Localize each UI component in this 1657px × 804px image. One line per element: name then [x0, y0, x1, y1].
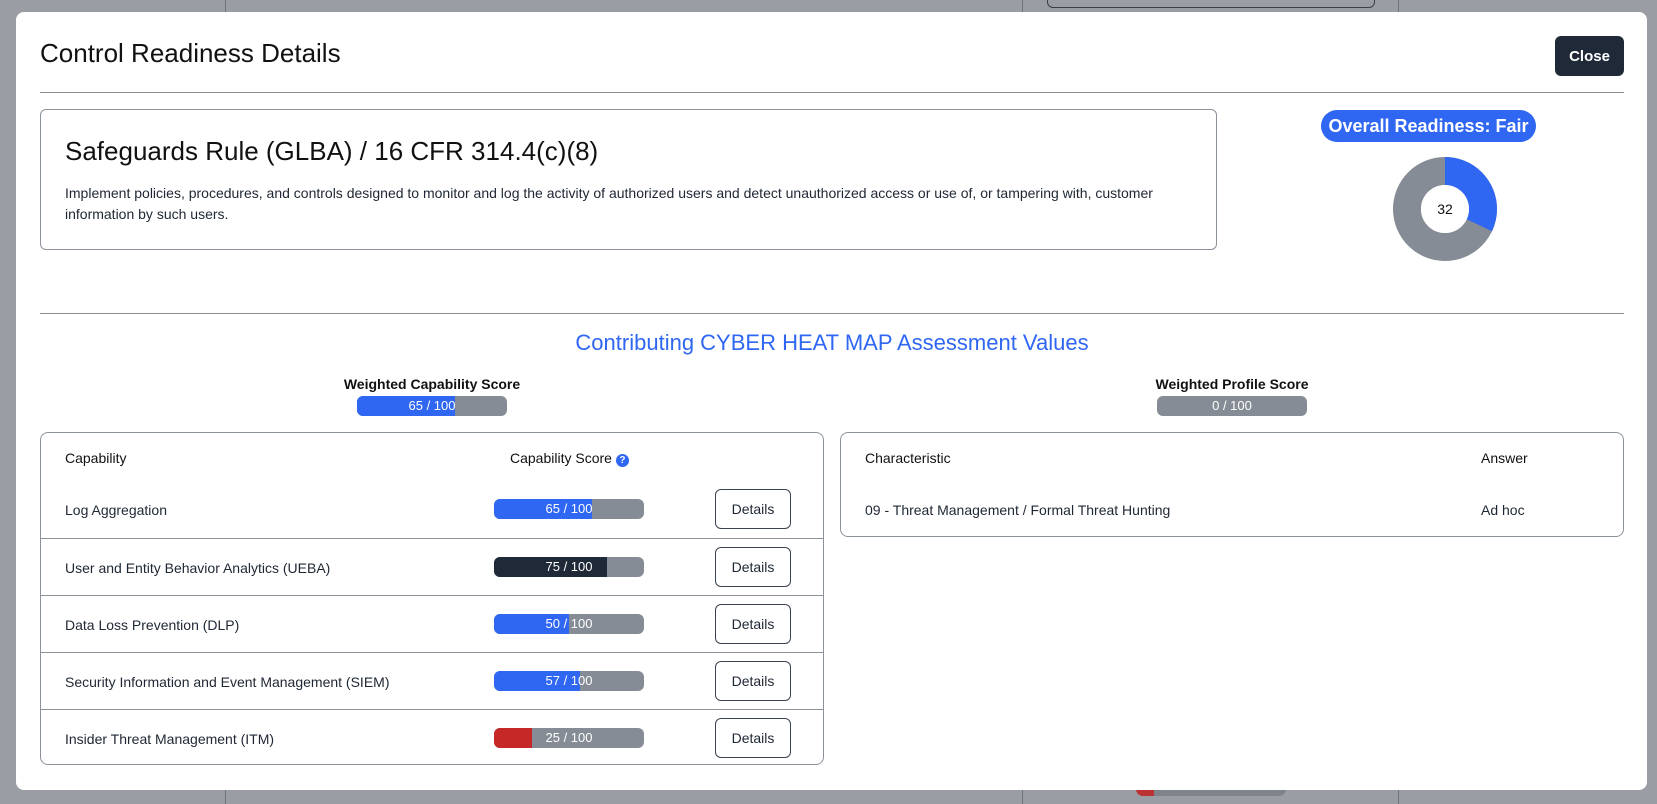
capability-name: Security Information and Event Managemen…: [65, 674, 390, 690]
section-divider: [40, 313, 1624, 314]
weighted-profile-label: Weighted Profile Score: [1155, 376, 1309, 392]
table-row: Security Information and Event Managemen…: [41, 652, 823, 709]
capability-score-value: 65 / 100: [545, 501, 593, 516]
profile-rows: 09 - Threat Management / Formal Threat H…: [841, 481, 1623, 536]
section-title: Contributing CYBER HEAT MAP Assessment V…: [575, 330, 1089, 355]
details-button[interactable]: Details: [715, 718, 791, 758]
weighted-capability-bar: 65 / 100: [357, 396, 507, 416]
capability-name: User and Entity Behavior Analytics (UEBA…: [65, 560, 331, 576]
profile-table: Characteristic Answer 09 - Threat Manage…: [840, 432, 1624, 537]
overall-readiness-badge: Overall Readiness: Fair: [1321, 110, 1536, 142]
capability-score-fill: [494, 728, 532, 748]
weighted-capability-label: Weighted Capability Score: [343, 376, 521, 392]
weighted-profile-score: Weighted Profile Score 0 / 100: [1132, 376, 1332, 416]
capability-name: Log Aggregation: [65, 502, 167, 518]
help-icon[interactable]: ?: [615, 454, 629, 467]
capability-name: Insider Threat Management (ITM): [65, 731, 275, 747]
modal-title: Control Readiness Details: [40, 38, 341, 68]
table-row: Insider Threat Management (ITM) 25 / 100 D…: [41, 709, 823, 764]
details-button[interactable]: Details: [715, 604, 791, 644]
answer-header: Answer: [1481, 450, 1528, 466]
capability-table: Capability Capability Score? Log Aggrega…: [40, 432, 824, 765]
weighted-profile-bar: 0 / 100: [1157, 396, 1307, 416]
details-button[interactable]: Details: [715, 547, 791, 587]
capability-header: Capability: [65, 450, 127, 466]
close-button[interactable]: Close: [1555, 36, 1624, 76]
table-row: 09 - Threat Management / Formal Threat H…: [841, 481, 1623, 536]
capability-score-header: Capability Score?: [510, 450, 629, 467]
capability-score-bar: 25 / 100: [494, 728, 644, 748]
capability-table-header: Capability Capability Score?: [41, 433, 823, 481]
profile-table-header: Characteristic Answer: [841, 433, 1623, 481]
capability-score-bar: 57 / 100: [494, 671, 644, 691]
capability-score-header-label: Capability Score: [510, 450, 612, 466]
capability-rows: Log Aggregation 65 / 100 Details User and E…: [41, 481, 823, 764]
capability-score-bar: 75 / 100: [494, 557, 644, 577]
table-row: Log Aggregation 65 / 100 Details: [41, 481, 823, 538]
control-readiness-modal: Control Readiness Details Close Safeguar…: [16, 12, 1647, 790]
header-divider: [40, 92, 1624, 93]
table-row: Data Loss Prevention (DLP) 50 / 100 Detail…: [41, 595, 823, 652]
capability-score-value: 25 / 100: [545, 730, 593, 745]
characteristic-header: Characteristic: [865, 450, 951, 466]
answer-value: Ad hoc: [1481, 502, 1525, 518]
details-button[interactable]: Details: [715, 661, 791, 701]
table-row: User and Entity Behavior Analytics (UEBA…: [41, 538, 823, 595]
donut-score-label: 32: [1437, 201, 1453, 217]
capability-name: Data Loss Prevention (DLP): [65, 617, 240, 633]
capability-score-bar: 65 / 100: [494, 499, 644, 519]
weighted-capability-score: Weighted Capability Score 65 / 100: [332, 376, 532, 416]
details-button[interactable]: Details: [715, 489, 791, 529]
capability-score-value: 75 / 100: [545, 559, 593, 574]
characteristic-value: 09 - Threat Management / Formal Threat H…: [865, 502, 1171, 518]
background-element: [1047, 0, 1375, 8]
rule-description: Implement policies, procedures, and cont…: [65, 185, 1153, 222]
rule-title: Safeguards Rule (GLBA) / 16 CFR 314.4(c)…: [65, 136, 599, 166]
weighted-profile-value: 0 / 100: [1212, 398, 1252, 413]
capability-score-value: 50 / 100: [545, 616, 593, 631]
capability-score-value: 57 / 100: [545, 673, 593, 688]
weighted-capability-value: 65 / 100: [408, 398, 456, 413]
rule-card: Safeguards Rule (GLBA) / 16 CFR 314.4(c)…: [40, 109, 1217, 250]
capability-score-bar: 50 / 100: [494, 614, 644, 634]
overall-readiness-donut: 32: [1393, 157, 1497, 261]
